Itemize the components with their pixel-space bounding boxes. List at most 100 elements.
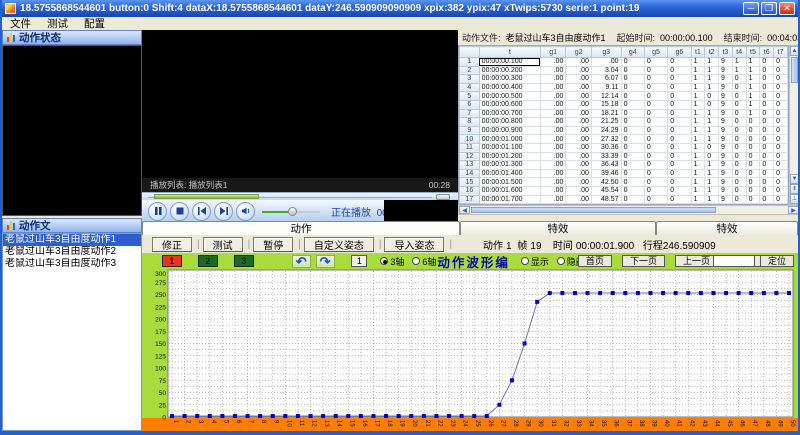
table-cell[interactable]: 0 [774, 186, 788, 195]
table-cell[interactable]: .00 [566, 75, 591, 84]
series-button-2[interactable]: 2 [198, 255, 218, 267]
table-cell[interactable]: 0 [644, 83, 667, 92]
table-cell[interactable]: 0 [732, 109, 746, 118]
table-cell[interactable]: .00 [540, 92, 565, 101]
table-cell[interactable]: 9 [719, 195, 733, 204]
table-cell[interactable]: 0 [644, 178, 667, 187]
table-cell[interactable]: .00 [540, 100, 565, 109]
table-cell[interactable]: .00 [566, 66, 591, 75]
table-cell[interactable]: 9 [719, 92, 733, 101]
table-cell[interactable]: 00:00:01.500 [479, 178, 540, 187]
menu-item-文件[interactable]: 文件 [10, 16, 31, 31]
table-cell[interactable]: 0 [774, 109, 788, 118]
table-cell[interactable]: 39.46 [591, 169, 621, 178]
table-cell[interactable]: 0 [668, 178, 691, 187]
data-point[interactable] [472, 414, 476, 418]
table-cell[interactable]: 1 [705, 118, 719, 127]
table-cell[interactable]: 0 [774, 58, 788, 67]
table-cell[interactable]: 0 [668, 186, 691, 195]
table-cell[interactable]: 9 [719, 186, 733, 195]
data-point[interactable] [523, 342, 527, 346]
table-cell[interactable]: 9 [719, 66, 733, 75]
table-cell[interactable]: 1 [705, 58, 719, 67]
table-cell[interactable]: 1 [691, 109, 705, 118]
volume-slider[interactable] [262, 206, 320, 216]
data-point[interactable] [774, 291, 778, 295]
table-cell[interactable]: 0 [668, 161, 691, 170]
table-cell[interactable]: 0 [621, 135, 644, 144]
table-cell[interactable]: 0 [732, 83, 746, 92]
scroll-right-icon[interactable]: ▶ [788, 206, 799, 214]
table-cell[interactable]: 1 [691, 195, 705, 204]
table-cell[interactable]: 0 [774, 161, 788, 170]
scroll-end-icon[interactable]: ⊥ [790, 194, 799, 204]
table-cell[interactable]: 0 [644, 100, 667, 109]
table-cell[interactable]: 1 [691, 126, 705, 135]
waveform-plot[interactable]: 0255075100125150175200225250275300123456… [142, 269, 800, 431]
menu-item-配置[interactable]: 配置 [84, 16, 105, 31]
table-cell[interactable]: 36.43 [591, 161, 621, 170]
table-cell[interactable]: 0 [644, 195, 667, 204]
table-cell[interactable]: 1 [705, 161, 719, 170]
data-point[interactable] [346, 414, 350, 418]
list-item[interactable]: 老鼠过山车3自由度动作1 [3, 234, 141, 246]
table-cell[interactable]: 0 [774, 135, 788, 144]
data-point[interactable] [409, 414, 413, 418]
table-cell[interactable]: 4 [460, 83, 480, 92]
table-cell[interactable]: 0 [668, 83, 691, 92]
table-cell[interactable]: 0 [760, 178, 774, 187]
data-point[interactable] [208, 414, 212, 418]
table-cell[interactable]: 0 [668, 100, 691, 109]
table-cell[interactable]: 00:00:00.200 [479, 66, 540, 75]
table-cell[interactable]: 1 [691, 169, 705, 178]
table-cell[interactable]: 0 [774, 126, 788, 135]
seek-progress[interactable] [154, 194, 259, 199]
tab-特效-2[interactable]: 特效 [656, 221, 798, 235]
table-cell[interactable]: 0 [668, 152, 691, 161]
table-cell[interactable]: 1 [705, 135, 719, 144]
table-cell[interactable]: 1 [691, 178, 705, 187]
table-cell[interactable]: 1 [732, 66, 746, 75]
table-cell[interactable]: .00 [566, 161, 591, 170]
table-cell[interactable]: 9 [719, 143, 733, 152]
table-cell[interactable]: 0 [732, 161, 746, 170]
title-bar[interactable]: 18.5755868544601 button:0 Shift:4 dataX:… [2, 0, 798, 17]
table-cell[interactable]: 0 [760, 186, 774, 195]
table-cell[interactable]: 00:00:01.400 [479, 169, 540, 178]
table-cell[interactable]: 0 [760, 109, 774, 118]
table-cell[interactable]: 0 [621, 161, 644, 170]
table-cell[interactable]: .00 [566, 100, 591, 109]
table-cell[interactable]: 0 [621, 195, 644, 204]
toolbar-button-导入姿态[interactable]: 导入姿态 [384, 237, 444, 252]
table-cell[interactable]: 15.18 [591, 100, 621, 109]
table-cell[interactable]: 0 [774, 75, 788, 84]
table-cell[interactable]: 0 [621, 143, 644, 152]
table-cell[interactable]: 1 [691, 58, 705, 67]
locate-button[interactable]: 定位 [760, 255, 794, 267]
table-cell[interactable]: 0 [746, 178, 760, 187]
table-cell[interactable]: 0 [644, 118, 667, 127]
table-cell[interactable]: 1 [746, 66, 760, 75]
table-cell[interactable]: .00 [540, 143, 565, 152]
table-cell[interactable]: .00 [540, 161, 565, 170]
data-point[interactable] [309, 414, 313, 418]
table-cell[interactable]: 1 [746, 100, 760, 109]
table-cell[interactable]: 1 [746, 92, 760, 101]
table-cell[interactable]: 00:00:00.800 [479, 118, 540, 127]
table-cell[interactable]: 18.21 [591, 109, 621, 118]
list-item[interactable]: 老鼠过山车3自由度动作3 [3, 258, 141, 270]
table-cell[interactable]: 0 [644, 109, 667, 118]
table-cell[interactable]: .00 [566, 178, 591, 187]
table-cell[interactable]: 00:00:00.300 [479, 75, 540, 84]
table-cell[interactable]: 2 [460, 66, 480, 75]
tab-动作-0[interactable]: 动作 [142, 221, 460, 235]
table-cell[interactable]: 00:00:01.200 [479, 152, 540, 161]
data-point[interactable] [724, 291, 728, 295]
undo-icon[interactable]: ↶ [292, 255, 311, 268]
table-cell[interactable]: 0 [644, 75, 667, 84]
table-cell[interactable]: 9 [719, 118, 733, 127]
table-cell[interactable]: .00 [566, 83, 591, 92]
table-cell[interactable]: .00 [540, 135, 565, 144]
table-cell[interactable]: .00 [566, 92, 591, 101]
data-point[interactable] [686, 291, 690, 295]
